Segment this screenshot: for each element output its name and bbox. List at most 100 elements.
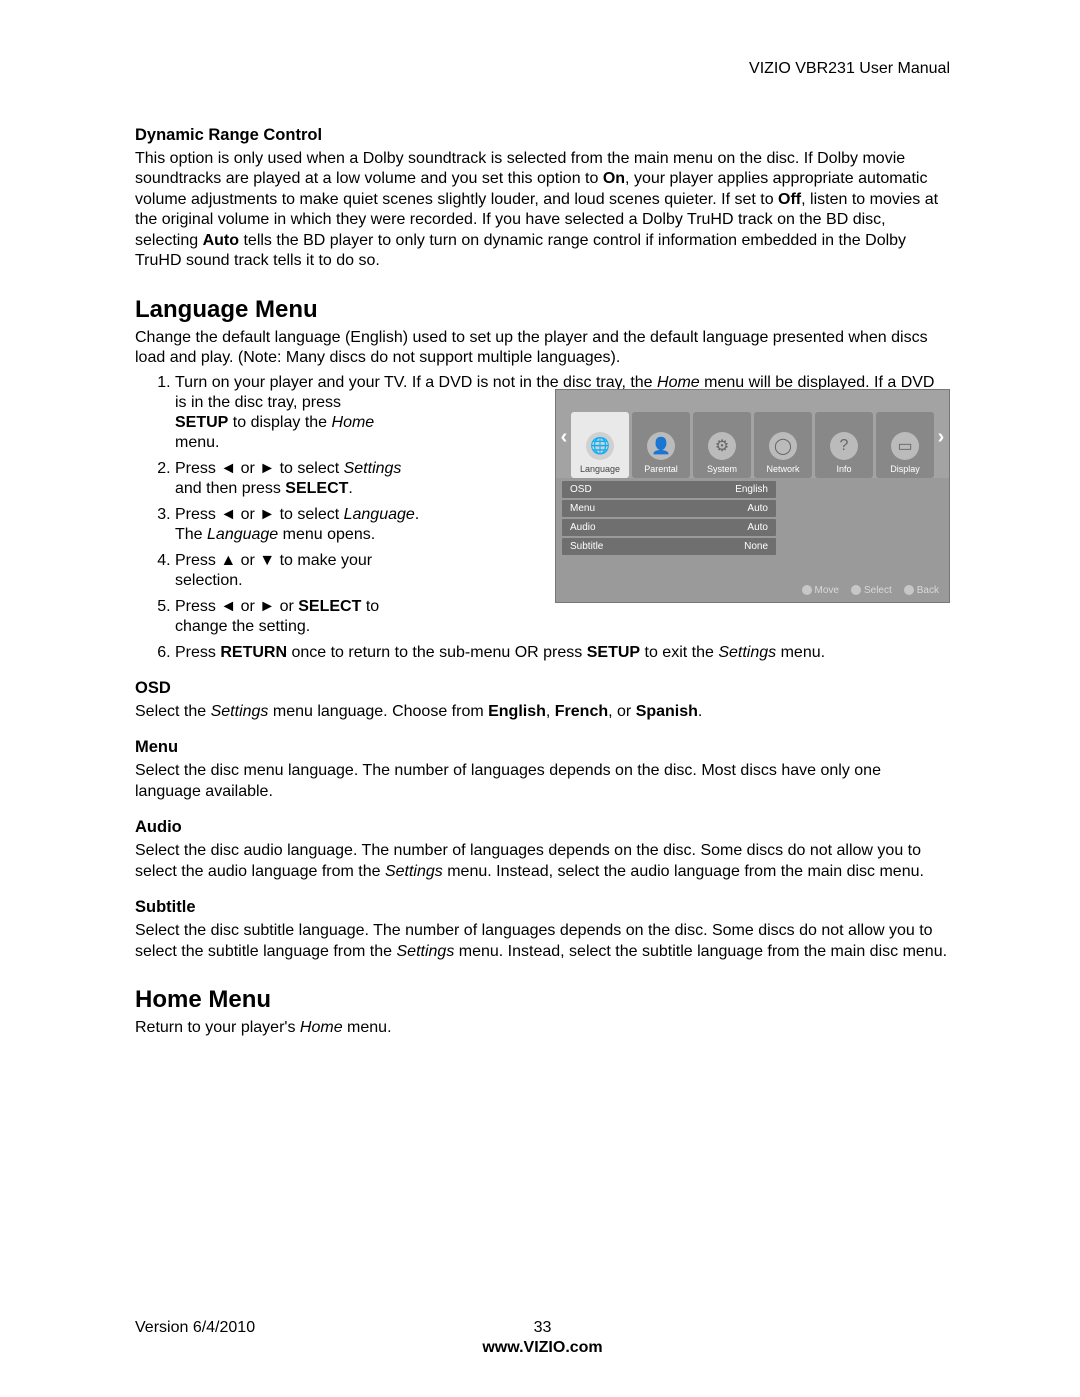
menu-tab-bar: ‹ 🌐 Language 👤 Parental ⚙ System ◯ Netwo…	[556, 390, 949, 478]
text: tells the BD player to only turn on dyna…	[135, 232, 906, 269]
text-italic: Language	[207, 526, 278, 543]
display-icon: ▭	[891, 432, 919, 460]
network-icon: ◯	[769, 432, 797, 460]
text: menu.	[343, 1019, 392, 1036]
text-italic: Settings	[211, 703, 269, 720]
text-bold: SELECT	[285, 480, 348, 497]
step-4: Press ▲ or ▼ to make your selection.	[175, 551, 420, 591]
tab-label: Parental	[644, 464, 678, 474]
text: once to return to the sub-menu OR press	[287, 644, 587, 661]
text: to display the	[228, 414, 331, 431]
manual-page: VIZIO VBR231 User Manual Dynamic Range C…	[0, 0, 1080, 1397]
text-bold: English	[488, 703, 546, 720]
tab-network[interactable]: ◯ Network	[754, 412, 812, 478]
heading-drc: Dynamic Range Control	[135, 126, 950, 145]
text: .	[348, 480, 352, 497]
row-value: None	[744, 541, 768, 552]
dpad-icon	[904, 585, 914, 595]
text-italic: Language	[344, 506, 415, 523]
text: menu opens.	[278, 526, 375, 543]
steps-wrapper: ‹ 🌐 Language 👤 Parental ⚙ System ◯ Netwo…	[135, 373, 950, 663]
text: Press	[175, 644, 220, 661]
menu-row-menu[interactable]: Menu Auto	[562, 500, 776, 517]
dpad-icon	[851, 585, 861, 595]
step-2: Press ◄ or ► to select Settings and then…	[175, 459, 420, 499]
settings-menu-screenshot: ‹ 🌐 Language 👤 Parental ⚙ System ◯ Netwo…	[555, 389, 950, 603]
chevron-right-icon: ›	[937, 426, 945, 449]
text: to exit the	[640, 644, 718, 661]
tab-display[interactable]: ▭ Display	[876, 412, 934, 478]
text: menu.	[175, 434, 219, 451]
text-italic: Settings	[344, 460, 402, 477]
menu-row-audio[interactable]: Audio Auto	[562, 519, 776, 536]
person-icon: 👤	[647, 432, 675, 460]
globe-icon: 🌐	[586, 432, 614, 460]
menu-hints: Move Select Back	[802, 585, 939, 596]
text: ,	[546, 703, 555, 720]
heading-subtitle: Subtitle	[135, 898, 950, 917]
text: menu. Instead, select the audio language…	[443, 863, 924, 880]
text: menu.	[776, 644, 825, 661]
drc-paragraph: This option is only used when a Dolby so…	[135, 149, 950, 272]
heading-audio: Audio	[135, 818, 950, 837]
menu-paragraph: Select the disc menu language. The numbe…	[135, 761, 950, 802]
gear-icon: ⚙	[708, 432, 736, 460]
row-value: English	[735, 484, 768, 495]
tab-info[interactable]: ? Info	[815, 412, 873, 478]
text: Press ◄ or ► to select	[175, 506, 344, 523]
text: and then press	[175, 480, 285, 497]
step-5: Press ◄ or ► or SELECT to change the set…	[175, 597, 420, 637]
text-bold: Auto	[203, 232, 239, 249]
text: Select the	[135, 703, 211, 720]
tab-language[interactable]: 🌐 Language	[571, 412, 629, 478]
text-bold: SETUP	[175, 414, 228, 431]
text: Press ◄ or ► or	[175, 598, 298, 615]
tab-label: System	[707, 464, 737, 474]
tab-parental[interactable]: 👤 Parental	[632, 412, 690, 478]
row-label: Audio	[570, 522, 596, 533]
chevron-left-icon: ‹	[560, 426, 568, 449]
menu-row-subtitle[interactable]: Subtitle None	[562, 538, 776, 555]
dpad-icon	[802, 585, 812, 595]
text-bold: SELECT	[298, 598, 361, 615]
tab-label: Network	[766, 464, 799, 474]
text: Return to your player's	[135, 1019, 300, 1036]
text-italic: Settings	[397, 943, 455, 960]
tab-label: Display	[890, 464, 920, 474]
tab-system[interactable]: ⚙ System	[693, 412, 751, 478]
home-paragraph: Return to your player's Home menu.	[135, 1018, 950, 1038]
text-italic: Settings	[385, 863, 443, 880]
heading-language-menu: Language Menu	[135, 296, 950, 324]
audio-paragraph: Select the disc audio language. The numb…	[135, 841, 950, 882]
row-value: Auto	[747, 522, 768, 533]
text: .	[698, 703, 702, 720]
row-label: OSD	[570, 484, 592, 495]
tab-label: Info	[836, 464, 851, 474]
row-label: Subtitle	[570, 541, 603, 552]
tab-label: Language	[580, 464, 620, 474]
step-3: Press ◄ or ► to select Language. The Lan…	[175, 505, 420, 545]
text: menu. Instead, select the subtitle langu…	[454, 943, 947, 960]
row-value: Auto	[747, 503, 768, 514]
text-bold: Off	[778, 191, 801, 208]
hint-back: Back	[904, 585, 939, 596]
footer-url: www.VIZIO.com	[135, 1339, 950, 1357]
hint-select: Select	[851, 585, 892, 596]
text: , or	[608, 703, 636, 720]
subtitle-paragraph: Select the disc subtitle language. The n…	[135, 921, 950, 962]
footer-version: Version 6/4/2010	[135, 1319, 255, 1337]
text-italic: Home	[300, 1019, 343, 1036]
text-bold: RETURN	[220, 644, 287, 661]
text-bold: On	[603, 170, 625, 187]
text-italic: Settings	[718, 644, 776, 661]
text-italic: Home	[332, 414, 375, 431]
text: Press ◄ or ► to select	[175, 460, 344, 477]
step-6: Press RETURN once to return to the sub-m…	[175, 643, 950, 663]
text-bold: SETUP	[587, 644, 640, 661]
text: menu language. Choose from	[268, 703, 488, 720]
menu-row-osd[interactable]: OSD English	[562, 481, 776, 498]
hint-move: Move	[802, 585, 839, 596]
osd-paragraph: Select the Settings menu language. Choos…	[135, 702, 950, 722]
header-product: VIZIO VBR231 User Manual	[135, 60, 950, 78]
question-icon: ?	[830, 432, 858, 460]
